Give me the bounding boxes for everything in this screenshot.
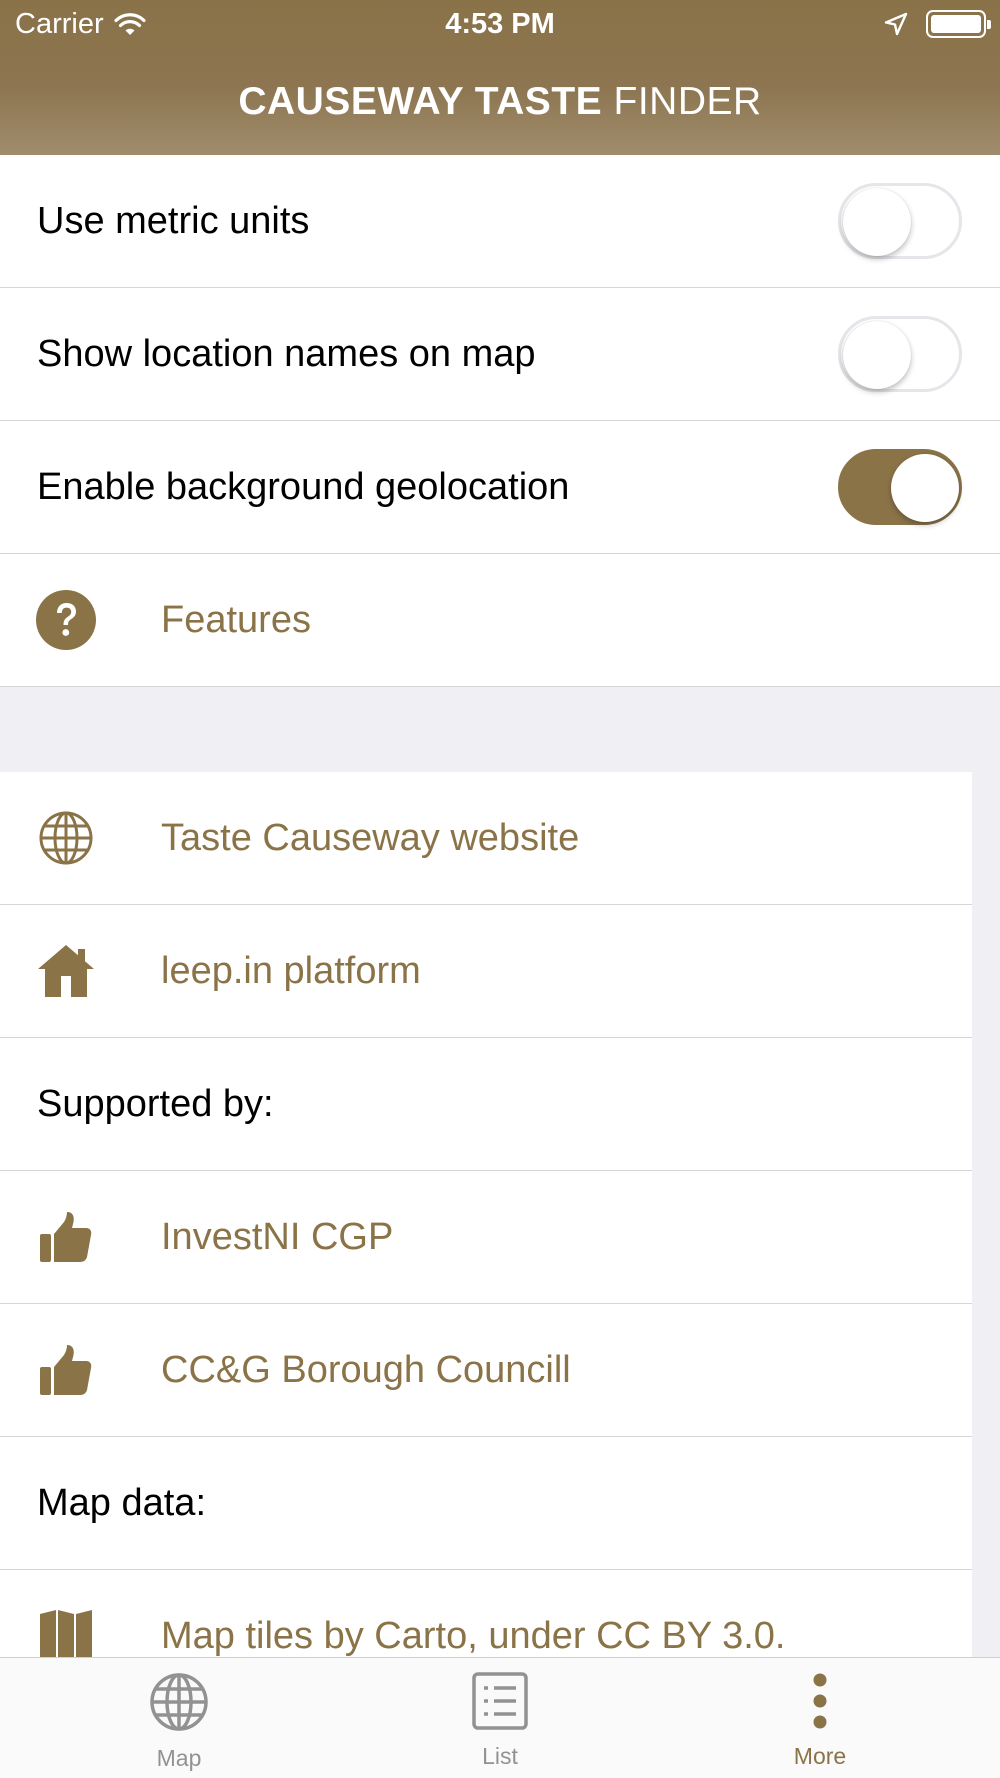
investni-row[interactable]: InvestNI CGP	[0, 1171, 972, 1304]
background-geolocation-row: Enable background geolocation	[0, 421, 1000, 554]
website-link: Taste Causeway website	[161, 816, 580, 859]
map-data-heading: Map data:	[37, 1481, 206, 1524]
list-icon	[472, 1672, 528, 1730]
location-names-row: Show location names on map	[0, 288, 1000, 421]
website-row[interactable]: Taste Causeway website	[0, 772, 972, 905]
app-title-bold: CAUSEWAY TASTE	[238, 80, 603, 123]
metric-units-label: Use metric units	[37, 199, 310, 242]
tab-list[interactable]: List	[400, 1672, 600, 1770]
background-geolocation-label: Enable background geolocation	[37, 465, 570, 508]
tab-map[interactable]: Map	[79, 1672, 279, 1772]
location-names-label: Show location names on map	[37, 332, 536, 375]
thumbs-up-icon	[36, 1207, 96, 1267]
status-right	[884, 10, 991, 38]
tab-list-label: List	[482, 1743, 518, 1769]
features-row[interactable]: Features	[0, 554, 1000, 687]
section-separator	[0, 687, 1000, 774]
location-names-toggle[interactable]	[838, 316, 962, 392]
council-row[interactable]: CC&G Borough Councill	[0, 1304, 972, 1437]
battery-icon	[926, 10, 991, 38]
platform-row[interactable]: leep.in platform	[0, 905, 972, 1038]
metric-units-toggle[interactable]	[838, 183, 962, 259]
status-bar: Carrier 4:53 PM	[0, 0, 1000, 50]
links-list[interactable]: Taste Causeway website leep.in platform …	[0, 772, 1000, 1658]
status-time: 4:53 PM	[445, 8, 555, 40]
features-link: Features	[161, 598, 311, 641]
home-icon	[36, 941, 96, 1001]
map-tiles-link: Map tiles by Carto, under CC BY 3.0.	[161, 1614, 786, 1657]
app-title-light: FINDER	[613, 80, 762, 123]
tab-more[interactable]: More	[720, 1672, 920, 1770]
map-data-row: Map data:	[0, 1437, 972, 1570]
more-vertical-icon	[813, 1673, 827, 1729]
council-link: CC&G Borough Councill	[161, 1348, 571, 1391]
platform-link: leep.in platform	[161, 949, 421, 992]
supported-by-heading: Supported by:	[37, 1082, 274, 1125]
tab-more-label: More	[793, 1743, 847, 1769]
metric-units-row: Use metric units	[0, 155, 1000, 288]
thumbs-up-icon	[36, 1340, 96, 1400]
globe-icon	[150, 1673, 208, 1731]
tab-map-label: Map	[156, 1745, 202, 1771]
app-title: CAUSEWAY TASTE FINDER	[0, 80, 1000, 124]
globe-icon	[36, 808, 96, 868]
map-tiles-row[interactable]: Map tiles by Carto, under CC BY 3.0.	[0, 1570, 972, 1658]
investni-link: InvestNI CGP	[161, 1215, 394, 1258]
tab-bar: Map List More	[0, 1657, 1000, 1778]
question-circle-icon	[36, 590, 96, 650]
location-arrow-icon	[884, 12, 908, 36]
settings-section: Use metric units Show location names on …	[0, 155, 1000, 774]
navigation-header: Carrier 4:53 PM CAUSEWAY TASTE FINDER	[0, 0, 1000, 155]
supported-by-row: Supported by:	[0, 1038, 972, 1171]
background-geolocation-toggle[interactable]	[838, 449, 962, 525]
map-icon	[36, 1606, 96, 1658]
